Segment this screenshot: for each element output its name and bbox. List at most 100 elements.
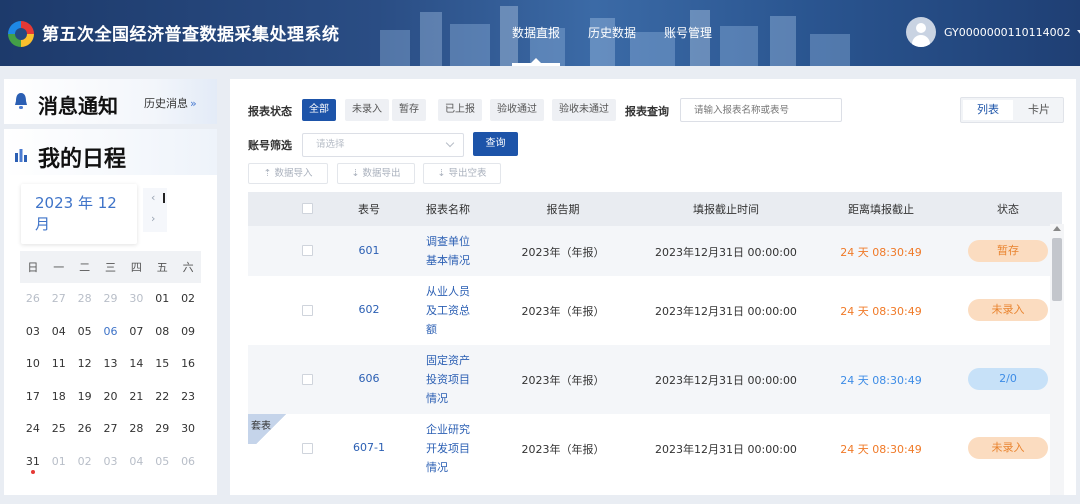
calendar-day[interactable]: 13 — [98, 348, 124, 381]
row-name[interactable]: 调查单位 基本情况 — [426, 232, 486, 270]
calendar-day[interactable]: 10 — [20, 348, 46, 381]
calendar-day[interactable]: 08 — [149, 316, 175, 349]
row-name-line[interactable]: 企业研究 — [426, 420, 486, 439]
calendar-day[interactable]: 09 — [175, 316, 201, 349]
calendar-day[interactable]: 26 — [20, 283, 46, 316]
month-label[interactable]: 2023 年 12 月 — [35, 193, 130, 235]
table-scrollbar[interactable] — [1050, 224, 1064, 495]
table-row[interactable]: 601 调查单位 基本情况 2023年（年报） 2023年12月31日 00:0… — [248, 226, 1062, 276]
scroll-up-icon[interactable] — [1053, 226, 1061, 231]
export-blank-button[interactable]: ⇣ 导出空表 — [423, 163, 501, 184]
calendar-day[interactable]: 02 — [72, 446, 98, 479]
calendar-day-today[interactable]: 06 — [98, 316, 124, 349]
calendar-day[interactable]: 05 — [149, 446, 175, 479]
chevron-down-icon[interactable] — [445, 138, 455, 148]
row-checkbox[interactable] — [302, 245, 313, 256]
row-checkbox[interactable] — [302, 305, 313, 316]
calendar-day[interactable]: 30 — [123, 283, 149, 316]
calendar-day[interactable]: 21 — [123, 381, 149, 414]
export-blank-label[interactable]: 导出空表 — [448, 168, 486, 179]
row-name-line[interactable]: 调查单位 — [426, 232, 486, 251]
status-chip-draft[interactable]: 暂存 — [392, 99, 426, 121]
status-chip-all[interactable]: 全部 — [302, 99, 336, 121]
account-select[interactable]: 请选择 — [302, 133, 464, 157]
row-name-line[interactable]: 从业人员 — [426, 282, 486, 301]
calendar-day[interactable]: 11 — [46, 348, 72, 381]
calendar-day[interactable]: 14 — [123, 348, 149, 381]
calendar-day[interactable]: 28 — [123, 413, 149, 446]
status-chip-submitted[interactable]: 已上报 — [438, 99, 482, 121]
calendar-day[interactable]: 29 — [149, 413, 175, 446]
history-messages-label[interactable]: 历史消息 — [144, 97, 188, 110]
next-month-icon[interactable]: › — [151, 212, 155, 225]
calendar-day[interactable]: 01 — [149, 283, 175, 316]
row-checkbox[interactable] — [302, 374, 313, 385]
data-import-label[interactable]: 数据导入 — [274, 168, 312, 179]
calendar-day[interactable]: 03 — [20, 316, 46, 349]
calendar-day[interactable]: 29 — [98, 283, 124, 316]
user-menu[interactable]: GY0000000110114002 — [906, 17, 1080, 47]
calendar-day[interactable]: 23 — [175, 381, 201, 414]
table-row[interactable]: 套表 607-1 企业研究 开发项目 情况 2023年（年报） 2023年12月… — [248, 414, 1062, 483]
calendar-day[interactable]: 24 — [20, 413, 46, 446]
calendar-day[interactable]: 12 — [72, 348, 98, 381]
calendar-day[interactable]: 27 — [46, 283, 72, 316]
calendar-day[interactable]: 01 — [46, 446, 72, 479]
calendar-day[interactable]: 18 — [46, 381, 72, 414]
calendar-day[interactable]: 16 — [175, 348, 201, 381]
table-row[interactable]: 602 从业人员 及工资总 额 2023年（年报） 2023年12月31日 00… — [248, 276, 1062, 345]
calendar-day[interactable]: 27 — [98, 413, 124, 446]
calendar-day[interactable]: 05 — [72, 316, 98, 349]
row-name-line[interactable]: 及工资总 — [426, 301, 486, 320]
scrollbar-thumb[interactable] — [1052, 238, 1062, 301]
status-chip-not-entered[interactable]: 未录入 — [345, 99, 389, 121]
row-name[interactable]: 从业人员 及工资总 额 — [426, 282, 486, 339]
history-messages-link[interactable]: 历史消息» — [144, 95, 197, 111]
row-code[interactable]: 601 — [344, 244, 394, 257]
query-button[interactable]: 查询 — [473, 132, 518, 156]
prev-month-icon[interactable]: ‹ — [151, 191, 155, 204]
row-name[interactable]: 固定资产 投资项目 情况 — [426, 351, 486, 408]
nav-history-data[interactable]: 历史数据 — [574, 0, 650, 66]
calendar-day[interactable]: 22 — [149, 381, 175, 414]
row-name-line[interactable]: 额 — [426, 320, 486, 339]
calendar-day[interactable]: 03 — [98, 446, 124, 479]
nav-account-management[interactable]: 账号管理 — [650, 0, 726, 66]
status-chip-rejected[interactable]: 验收未通过 — [552, 99, 616, 121]
row-name[interactable]: 企业研究 开发项目 情况 — [426, 420, 486, 477]
double-chevron-right-icon[interactable]: » — [190, 97, 197, 110]
row-code[interactable]: 606 — [344, 372, 394, 385]
table-row[interactable]: 606 固定资产 投资项目 情况 2023年（年报） 2023年12月31日 0… — [248, 345, 1062, 414]
calendar-day-event[interactable]: 31 — [20, 446, 46, 479]
calendar-day[interactable]: 17 — [20, 381, 46, 414]
calendar-day[interactable]: 04 — [46, 316, 72, 349]
nav-data-report[interactable]: 数据直报 — [498, 0, 574, 66]
calendar-day[interactable]: 19 — [72, 381, 98, 414]
row-name-line[interactable]: 情况 — [426, 458, 486, 477]
row-name-line[interactable]: 基本情况 — [426, 251, 486, 270]
list-view-tab[interactable]: 列表 — [963, 100, 1013, 120]
select-all-checkbox[interactable] — [302, 203, 313, 214]
card-view-tab[interactable]: 卡片 — [1015, 100, 1063, 120]
data-export-button[interactable]: ⇣ 数据导出 — [337, 163, 415, 184]
username[interactable]: GY0000000110114002 — [944, 26, 1071, 39]
calendar-day[interactable]: 07 — [123, 316, 149, 349]
status-chip-accepted[interactable]: 验收通过 — [490, 99, 544, 121]
calendar-day[interactable]: 30 — [175, 413, 201, 446]
calendar-day[interactable]: 06 — [175, 446, 201, 479]
row-code[interactable]: 602 — [344, 303, 394, 316]
row-name-line[interactable]: 情况 — [426, 389, 486, 408]
row-checkbox[interactable] — [302, 443, 313, 454]
row-name-line[interactable]: 投资项目 — [426, 370, 486, 389]
calendar-day[interactable]: 02 — [175, 283, 201, 316]
row-name-line[interactable]: 固定资产 — [426, 351, 486, 370]
calendar-day[interactable]: 04 — [123, 446, 149, 479]
calendar-day[interactable]: 25 — [46, 413, 72, 446]
calendar-day[interactable]: 26 — [72, 413, 98, 446]
month-selector[interactable]: 2023 年 12 月 — [21, 184, 137, 244]
row-code[interactable]: 607-1 — [344, 441, 394, 454]
data-import-button[interactable]: ⇡ 数据导入 — [248, 163, 328, 184]
calendar-day[interactable]: 20 — [98, 381, 124, 414]
calendar-day[interactable]: 15 — [149, 348, 175, 381]
data-export-label[interactable]: 数据导出 — [362, 168, 400, 179]
